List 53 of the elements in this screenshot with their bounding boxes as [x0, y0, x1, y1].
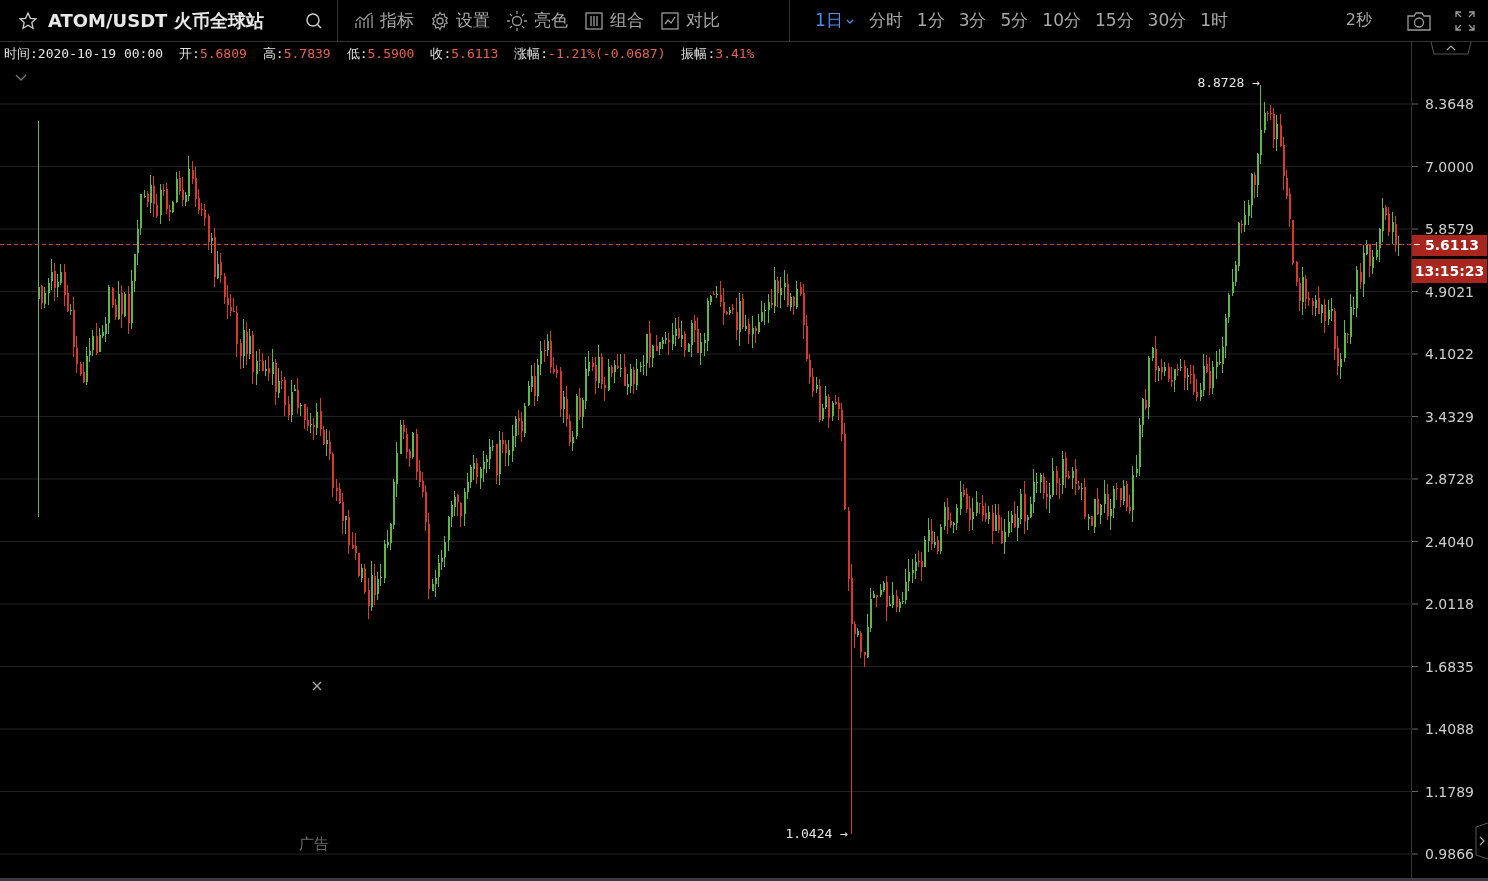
pair-title: ATOM/USDT 火币全球站 [48, 8, 264, 33]
theme-button[interactable]: 亮色 [502, 5, 576, 36]
compare-button[interactable]: 对比 [656, 5, 728, 36]
fullscreen-icon[interactable] [1454, 9, 1476, 32]
axis-label: 1.4088 [1425, 721, 1474, 737]
period-tab[interactable]: 1时 [1193, 5, 1236, 36]
axis-label: 5.8579 [1425, 221, 1474, 237]
countdown-tag: 13:15:23 [1412, 259, 1487, 283]
axis-label: 2.4040 [1425, 533, 1474, 550]
bar-chart-icon [354, 10, 374, 31]
period-tab[interactable]: 15分 [1087, 5, 1141, 36]
period-tab[interactable]: 30分 [1140, 5, 1194, 36]
chevron-down-icon[interactable] [14, 73, 28, 83]
search-icon[interactable] [305, 11, 323, 30]
period-tab[interactable]: 5分 [993, 5, 1036, 36]
axis-label: 3.4329 [1425, 408, 1474, 425]
axis-label: 2.0118 [1425, 596, 1474, 612]
ad-label: 广告 [299, 835, 329, 853]
high-price-marker: 8.8728 → [1197, 75, 1260, 90]
settings-button[interactable]: 设置 [426, 5, 498, 36]
axis-label: 8.3648 [1425, 96, 1474, 112]
axis-label: 4.9021 [1425, 283, 1474, 300]
ohlc-field: 高:5.7839 [262, 45, 331, 63]
period-tab[interactable]: 1日 [808, 5, 862, 36]
axis-label: 1.1789 [1425, 783, 1474, 800]
axis-label: 1.6835 [1425, 658, 1474, 675]
ohlc-field: 开:5.6809 [179, 45, 247, 63]
layout-button[interactable]: 组合 [580, 5, 652, 36]
low-price-marker: 1.0424 → [785, 826, 848, 841]
period-tab[interactable]: 1分 [909, 5, 952, 36]
indicator-button[interactable]: 指标 [350, 5, 422, 36]
settings-icon [430, 10, 450, 31]
camera-icon[interactable] [1406, 9, 1432, 32]
period-tab[interactable]: 分时 [861, 5, 910, 36]
axis-label: 4.1022 [1425, 346, 1474, 362]
sun-icon [506, 9, 528, 32]
refresh-interval[interactable]: 2秒 [1345, 10, 1372, 31]
axis-label: 2.8728 [1425, 471, 1474, 487]
ohlc-field: 涨幅:-1.21%(-0.0687) [514, 45, 666, 63]
axis-label: 0.9866 [1425, 846, 1474, 862]
star-icon[interactable] [18, 10, 38, 31]
period-tab[interactable]: 10分 [1035, 5, 1088, 36]
expand-tab[interactable] [1474, 822, 1488, 860]
ohlc-field: 低:5.5900 [346, 45, 415, 63]
ohlc-field: 时间:2020-10-19 00:00 [4, 45, 164, 63]
period-tab[interactable]: 3分 [951, 5, 994, 36]
line-chart-icon [660, 10, 680, 31]
columns-icon [584, 10, 604, 31]
axis-label: 7.0000 [1425, 158, 1474, 175]
ohlc-field: 收:5.6113 [430, 45, 499, 63]
price-tag: 5.6113 [1412, 235, 1487, 256]
ohlc-field: 振幅:3.41% [681, 45, 755, 63]
close-icon[interactable] [312, 681, 322, 691]
